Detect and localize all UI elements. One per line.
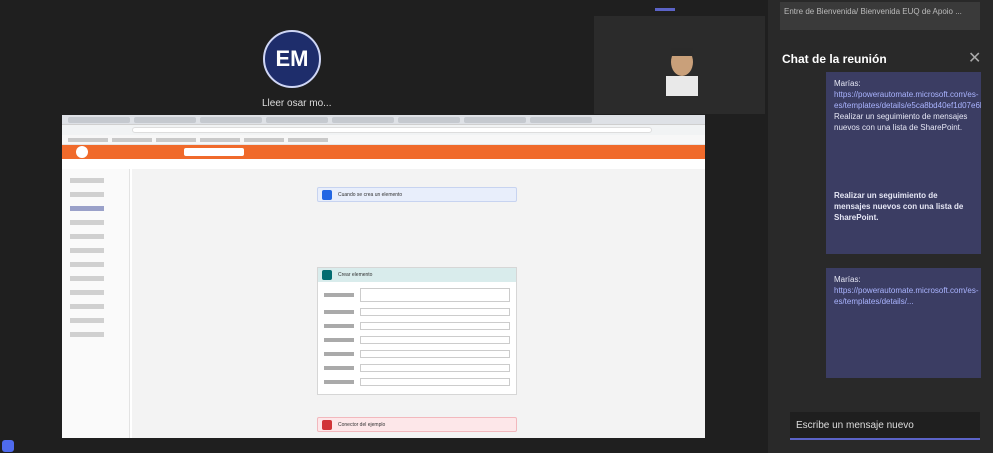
participant-name: Lleer osar mo...	[262, 98, 332, 109]
participant-tile-em: EM Lleer osar mo...	[0, 8, 590, 109]
flow-action-card[interactable]: Crear elemento	[317, 267, 517, 395]
browser-bookmarks	[62, 135, 705, 145]
app-logo-icon	[76, 146, 88, 158]
share-icon	[2, 440, 14, 452]
flow-trigger-step[interactable]: Cuando se crea un elemento	[317, 187, 517, 202]
browser-tabs	[62, 115, 705, 125]
flow-designer-canvas: Cuando se crea un elemento Crear element…	[132, 169, 705, 438]
participant-video-icon	[666, 48, 698, 96]
close-icon[interactable]: ✕	[968, 48, 981, 68]
chat-message: Marías: https://powerautomate.microsoft.…	[826, 72, 981, 184]
chat-message: Realizar un seguimiento de mensajes nuev…	[826, 184, 981, 254]
participant-video-tile	[594, 16, 765, 114]
active-speaker-bar	[655, 8, 675, 11]
chat-previous-message: Entre de Bienvenida/ Bienvenida EUQ de A…	[780, 2, 980, 30]
shared-screen: Cuando se crea un elemento Crear element…	[62, 115, 705, 438]
search-input[interactable]	[184, 148, 244, 156]
left-nav	[62, 169, 130, 438]
power-automate-header	[62, 145, 705, 159]
flow-error-step[interactable]: Conector del ejemplo	[317, 417, 517, 432]
sharepoint-icon	[322, 189, 332, 200]
error-icon	[322, 419, 332, 430]
chat-title: Chat de la reunión	[782, 52, 887, 66]
teams-meeting-window: EM Lleer osar mo... Cuando se crea un el…	[0, 0, 993, 453]
meeting-chat-panel: Entre de Bienvenida/ Bienvenida EUQ de A…	[768, 0, 993, 453]
avatar: EM	[263, 30, 321, 88]
sharepoint-icon	[322, 270, 332, 280]
chat-link[interactable]: https://powerautomate.microsoft.com/es-e…	[834, 285, 979, 307]
browser-address-bar	[62, 125, 705, 135]
chat-link[interactable]: https://powerautomate.microsoft.com/es-e…	[834, 89, 981, 111]
sharing-indicator	[0, 440, 140, 453]
chat-message: Marías: https://powerautomate.microsoft.…	[826, 268, 981, 378]
compose-input[interactable]: Escribe un mensaje nuevo	[790, 412, 980, 440]
